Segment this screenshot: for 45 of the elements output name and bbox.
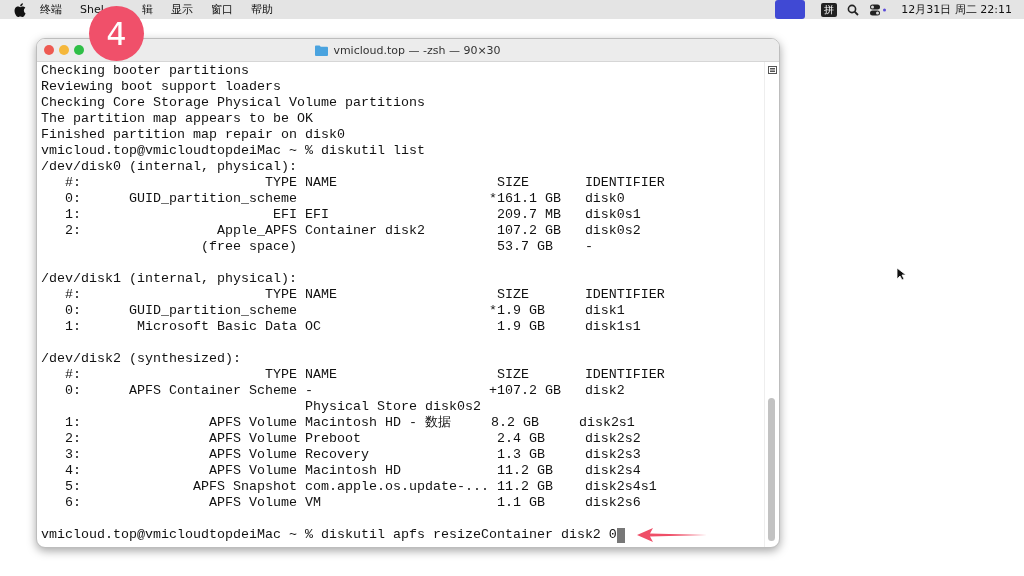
folder-icon [315, 44, 329, 56]
terminal-line: /dev/disk2 (synthesized): [41, 351, 242, 367]
terminal-line: Checking booter partitions [41, 63, 250, 79]
window-title: vmicloud.top — -zsh — 90×30 [333, 43, 501, 57]
scroll-indicator-icon [767, 66, 777, 74]
terminal-line: vmicloud.top@vmicloudtopdeiMac ~ % diskutil apfs resizeContainer disk2 0 [41, 527, 617, 543]
text-cursor [616, 527, 625, 543]
scrollbar-thumb[interactable] [768, 398, 775, 541]
terminal-line: (free space) 53.7 GB - [199, 239, 594, 255]
menu-bar-clock[interactable]: 12月31日 周二 22:11 [901, 2, 1012, 17]
mouse-pointer-icon [896, 267, 906, 281]
control-center-icon[interactable] [869, 3, 888, 16]
terminal-line: 2: Apple_APFS Container disk2 107.2 GB disk0s2 [64, 223, 642, 239]
terminal-line: 3: APFS Volume Recovery 1.3 GB disk2s3 [64, 447, 642, 463]
terminal-line: /dev/disk1 (internal, physical): [41, 271, 298, 287]
terminal-line: 5: APFS Snapshot com.apple.os.update-... 11.2 GB disk2s4s1 [64, 479, 658, 495]
terminal-line: 2: APFS Volume Preboot 2.4 GB disk2s2 [64, 431, 642, 447]
terminal-line: 0: APFS Container Scheme - +107.2 GB disk2 [64, 383, 626, 399]
terminal-line: 1: Microsoft Basic Data OC 1.9 GB disk1s1 [64, 319, 642, 335]
terminal-line: Reviewing boot support loaders [41, 79, 282, 95]
apple-icon[interactable] [14, 2, 26, 17]
terminal-line: The partition map appears to be OK [41, 111, 314, 127]
terminal-line: 6: APFS Volume VM 1.1 GB disk2s6 [64, 495, 642, 511]
terminal-line: Finished partition map repair on disk0 [41, 127, 346, 143]
search-icon[interactable] [847, 3, 860, 16]
menu-item[interactable]: 辑 [141, 2, 153, 17]
terminal-line: 1: APFS Volume Macintosh HD - 数据 8.2 GB disk2s1 [64, 415, 636, 431]
close-button[interactable] [44, 45, 54, 55]
terminal-line: 4: APFS Volume Macintosh HD 11.2 GB disk2s4 [64, 463, 642, 479]
terminal-line: #: TYPE NAME SIZE IDENTIFIER [64, 367, 666, 383]
menu-item[interactable]: 终端 [40, 2, 62, 17]
menu-item[interactable]: 窗口 [210, 2, 233, 17]
terminal-line: Physical Store disk0s2 [303, 399, 482, 415]
terminal-line: Checking Core Storage Physical Volume partitions [41, 95, 426, 111]
terminal-line: 0: GUID_partition_scheme *1.9 GB disk1 [64, 303, 626, 319]
terminal-line: #: TYPE NAME SIZE IDENTIFIER [64, 175, 666, 191]
terminal-line: vmicloud.top@vmicloudtopdeiMac ~ % diskutil list [41, 143, 426, 159]
terminal-line: 1: EFI EFI 209.7 MB disk0s1 [64, 207, 642, 223]
menu-item[interactable]: 帮助 [250, 2, 273, 17]
menu-item[interactable]: 显示 [170, 2, 193, 17]
terminal-line: /dev/disk0 (internal, physical): [41, 159, 298, 175]
terminal-line: #: TYPE NAME SIZE IDENTIFIER [64, 287, 666, 303]
terminal-line: 0: GUID_partition_scheme *161.1 GB disk0 [64, 191, 626, 207]
status-app-icon[interactable] [775, 0, 806, 19]
input-method-indicator[interactable]: 拼 [821, 2, 838, 17]
